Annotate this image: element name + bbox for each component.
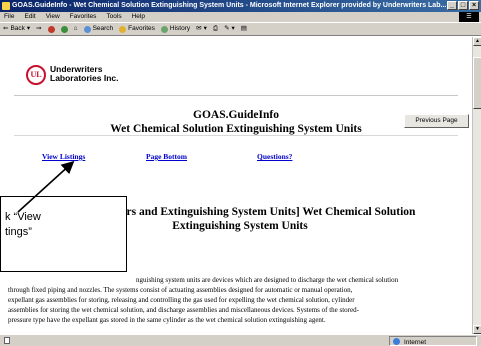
print-button[interactable]: ⎙ (213, 23, 218, 35)
description-line: pressure type have the expellant gas sto… (8, 316, 326, 324)
security-zone: Internet (389, 336, 477, 346)
windows-logo-icon: ☰ (459, 12, 479, 22)
dropdown-icon: ▾ (203, 25, 207, 32)
description-line: assemblies for storing the wet chemical … (8, 306, 359, 314)
history-label: History (169, 25, 191, 32)
vertical-scrollbar[interactable]: ▲ ▼ (472, 37, 481, 334)
favorites-button[interactable]: Favorites (119, 23, 155, 35)
globe-icon (393, 338, 400, 345)
page-title: GOAS.GuideInfo (193, 109, 279, 121)
questions-link[interactable]: Questions? (257, 152, 292, 161)
favorites-label: Favorites (128, 25, 155, 32)
callout-line2: tings” (5, 226, 32, 238)
menu-bar: File Edit View Favorites Tools Help ☰ (0, 12, 481, 22)
discuss-icon: ▤ (240, 25, 247, 32)
home-button[interactable]: ⌂ (74, 23, 78, 35)
company-name-line2: Laboratories Inc. (50, 73, 119, 83)
home-icon: ⌂ (73, 25, 78, 32)
divider-middle (14, 135, 458, 136)
dropdown-icon: ▾ (26, 25, 31, 32)
back-button[interactable]: ⇐ Back ▾ (3, 23, 30, 35)
forward-arrow-icon: ⇒ (36, 25, 42, 32)
window-controls: _ □ × (447, 1, 479, 10)
scroll-down-icon[interactable]: ▼ (473, 325, 481, 334)
edit-button[interactable]: ✎ ▾ (224, 23, 235, 35)
stop-icon (47, 25, 55, 33)
print-icon: ⎙ (212, 25, 219, 32)
refresh-button[interactable] (60, 23, 68, 35)
menu-tools[interactable]: Tools (106, 12, 121, 22)
favorites-icon (119, 25, 127, 33)
mail-button[interactable]: ✉ ▾ (196, 23, 207, 35)
status-bar: Internet (0, 334, 481, 346)
back-arrow-icon: ⇐ (3, 25, 9, 32)
previous-page-button[interactable]: Previous Page (404, 114, 469, 128)
company-name: Underwriters Laboratories Inc. (50, 65, 119, 83)
description-line: through fixed piping and nozzles. The sy… (8, 286, 353, 294)
view-listings-link[interactable]: View Listings (42, 152, 85, 161)
browser-toolbar: ⇐ Back ▾ ⇒ ⌂ Search Favorites History ✉ ▾… (0, 22, 481, 36)
menu-file[interactable]: File (4, 12, 14, 22)
window-title-bar: GOAS.GuideInfo - Wet Chemical Solution E… (0, 0, 481, 12)
description-line: expellant gas assemblies for storing, re… (8, 296, 355, 304)
mail-icon: ✉ (196, 25, 202, 32)
discuss-button[interactable]: ▤ (241, 23, 247, 35)
menu-favorites[interactable]: Favorites (70, 12, 97, 22)
callout-line1: k “View (5, 211, 41, 223)
window-title: GOAS.GuideInfo - Wet Chemical Solution E… (12, 2, 447, 9)
close-button[interactable]: × (469, 1, 479, 10)
search-label: Search (92, 25, 114, 32)
ul-logo: UL (26, 65, 46, 85)
menu-view[interactable]: View (46, 12, 60, 22)
search-icon (83, 25, 91, 33)
stop-button[interactable] (47, 23, 55, 35)
back-label: Back (10, 25, 25, 32)
dropdown-icon: ▾ (231, 25, 235, 32)
history-button[interactable]: History (160, 23, 191, 35)
page-icon (4, 337, 10, 344)
maximize-button[interactable]: □ (458, 1, 468, 10)
menu-help[interactable]: Help (132, 12, 145, 22)
scroll-up-icon[interactable]: ▲ (473, 37, 481, 46)
edit-icon: ✎ (224, 25, 230, 32)
minimize-button[interactable]: _ (447, 1, 457, 10)
refresh-icon (60, 25, 68, 33)
history-icon (160, 25, 168, 33)
forward-button[interactable]: ⇒ (36, 23, 41, 35)
divider-top (14, 95, 458, 96)
annotation-callout: k “View tings” (0, 196, 127, 272)
ie-icon (2, 2, 10, 10)
zone-label: Internet (404, 339, 427, 346)
search-button[interactable]: Search (83, 23, 114, 35)
page-bottom-link[interactable]: Page Bottom (146, 152, 187, 161)
description-paragraph: nguishing system units are devices which… (8, 275, 470, 325)
scroll-thumb[interactable] (473, 57, 481, 109)
description-line: nguishing system units are devices which… (136, 276, 399, 284)
menu-edit[interactable]: Edit (24, 12, 35, 22)
